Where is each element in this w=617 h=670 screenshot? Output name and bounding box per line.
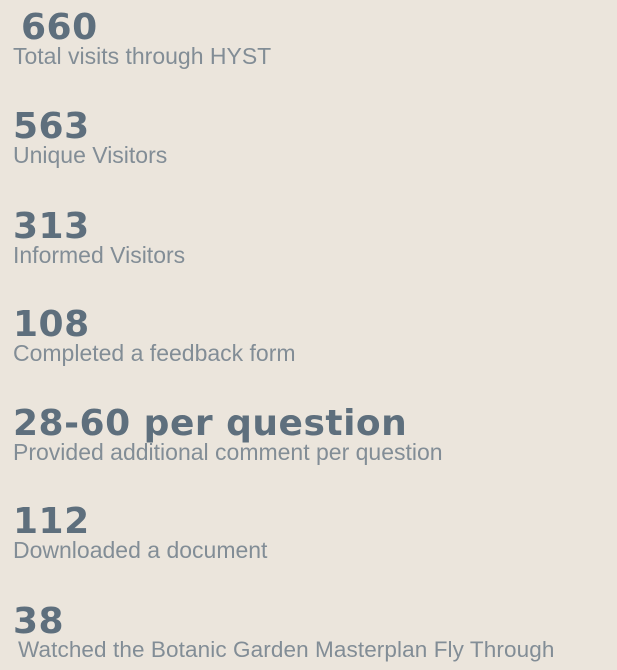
stat-feedback-forms: 108 Completed a feedback form bbox=[13, 304, 613, 366]
stat-value: 28-60 per question bbox=[13, 403, 408, 444]
stat-label: Total visits through HYST bbox=[13, 43, 272, 69]
stat-value: 660 bbox=[21, 7, 98, 48]
stat-value: 112 bbox=[13, 501, 90, 542]
stat-fly-through-views: 38 Watched the Botanic Garden Masterplan… bbox=[13, 604, 613, 662]
stat-additional-comments: 28-60 per question Provided additional c… bbox=[13, 403, 613, 465]
stat-value: 108 bbox=[13, 304, 90, 345]
stat-label: Unique Visitors bbox=[13, 142, 168, 168]
stat-value: 313 bbox=[13, 206, 90, 247]
stat-label: Downloaded a document bbox=[13, 537, 268, 563]
stat-value: 38 bbox=[13, 601, 65, 642]
stat-total-visits: 660 Total visits through HYST bbox=[13, 7, 613, 69]
stat-label: Informed Visitors bbox=[13, 242, 186, 268]
stat-label: Watched the Botanic Garden Masterplan Fl… bbox=[18, 637, 555, 662]
stat-value: 563 bbox=[13, 106, 90, 147]
stat-informed-visitors: 313 Informed Visitors bbox=[13, 206, 613, 268]
stat-unique-visitors: 563 Unique Visitors bbox=[13, 106, 613, 168]
stat-label: Completed a feedback form bbox=[13, 340, 296, 366]
stat-documents-downloaded: 112 Downloaded a document bbox=[13, 501, 613, 563]
stat-label: Provided additional comment per question bbox=[13, 439, 443, 465]
